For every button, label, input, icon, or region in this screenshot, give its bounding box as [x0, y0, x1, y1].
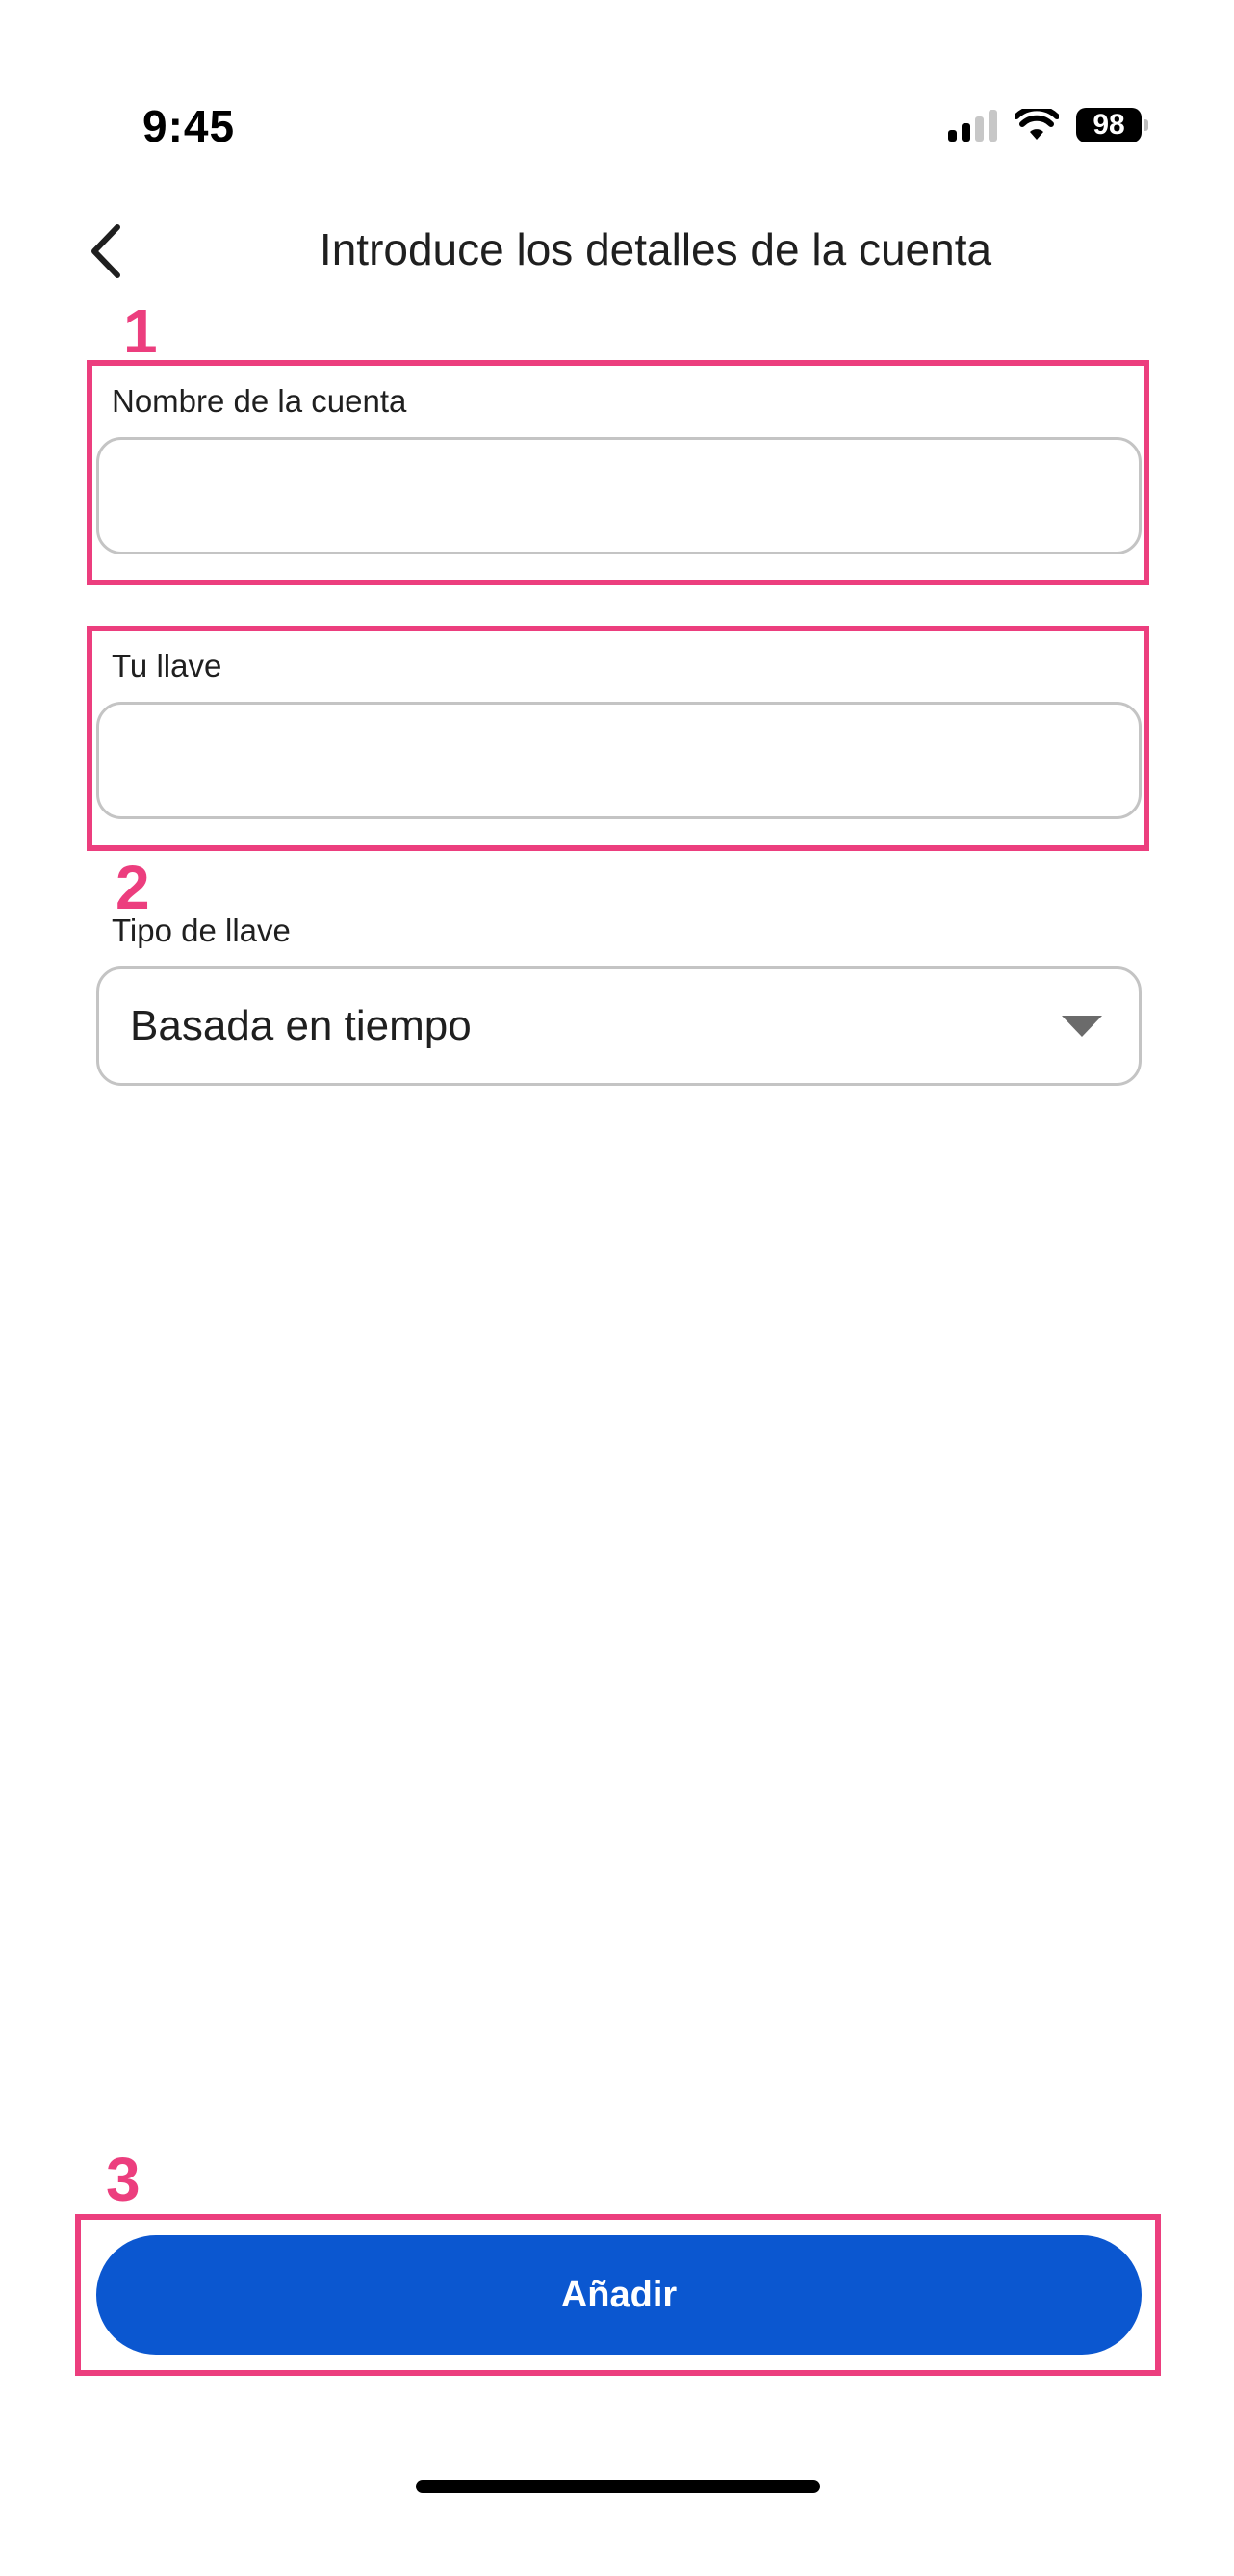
page-title: Introduce los detalles de la cuenta — [319, 224, 992, 274]
annotation-number-1: 1 — [123, 296, 158, 366]
wifi-icon — [1015, 109, 1059, 140]
account-name-label: Nombre de la cuenta — [112, 383, 407, 419]
key-type-selected-value: Basada en tiempo — [130, 1002, 472, 1049]
dropdown-arrow-icon — [1062, 1016, 1102, 1037]
annotation-number-3: 3 — [106, 2145, 141, 2214]
annotation-number-2: 2 — [116, 853, 150, 922]
key-label: Tu llave — [112, 648, 222, 683]
key-type-select[interactable]: Basada en tiempo — [96, 966, 1142, 1086]
status-time: 9:45 — [142, 101, 236, 151]
status-icons: 98 — [948, 108, 1148, 142]
cellular-signal-icon — [948, 109, 997, 142]
battery-icon: 98 — [1076, 108, 1148, 142]
battery-level: 98 — [1093, 109, 1125, 141]
home-indicator[interactable] — [416, 2480, 820, 2493]
add-button[interactable]: Añadir — [96, 2235, 1142, 2355]
key-input[interactable] — [96, 702, 1142, 819]
key-type-label: Tipo de llave — [112, 913, 291, 948]
account-name-input[interactable] — [96, 437, 1142, 554]
